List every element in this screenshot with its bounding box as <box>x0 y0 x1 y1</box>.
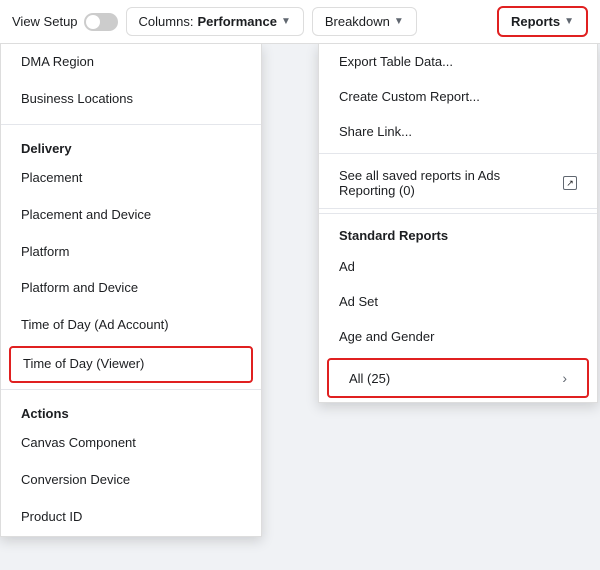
external-link-icon: ↗ <box>563 176 577 190</box>
share-link-item[interactable]: Share Link... <box>319 114 597 149</box>
breakdown-item-canvas[interactable]: Canvas Component <box>1 425 261 462</box>
breakdown-item-platform[interactable]: Platform <box>1 234 261 271</box>
columns-value: Performance <box>197 14 276 29</box>
reports-divider-2 <box>319 213 597 214</box>
breakdown-item-time-ad-account[interactable]: Time of Day (Ad Account) <box>1 307 261 344</box>
breakdown-item-product-id[interactable]: Product ID <box>1 499 261 536</box>
reports-button[interactable]: Reports ▼ <box>497 6 588 37</box>
reports-arrow-icon: ▼ <box>564 16 574 27</box>
breakdown-item-dma[interactable]: DMA Region <box>1 44 261 81</box>
all-reports-chevron-icon: › <box>562 370 567 386</box>
breakdown-item-conversion-device[interactable]: Conversion Device <box>1 462 261 499</box>
reports-divider-1 <box>319 153 597 154</box>
view-setup-container: View Setup <box>12 13 118 31</box>
view-setup-toggle[interactable] <box>84 13 118 31</box>
breakdown-item-platform-device[interactable]: Platform and Device <box>1 270 261 307</box>
export-table-item[interactable]: Export Table Data... <box>319 44 597 79</box>
all-reports-item[interactable]: All (25) › <box>327 358 589 398</box>
columns-label: Columns: <box>139 14 194 29</box>
breakdown-label: Breakdown <box>325 14 390 29</box>
divider-2 <box>1 389 261 390</box>
breakdown-item-business-locations[interactable]: Business Locations <box>1 81 261 118</box>
breakdown-item-placement[interactable]: Placement <box>1 160 261 197</box>
divider-1 <box>1 124 261 125</box>
columns-button[interactable]: Columns: Performance ▼ <box>126 7 304 36</box>
see-all-reports-label: See all saved reports in Ads Reporting (… <box>339 168 557 198</box>
view-setup-label: View Setup <box>12 14 78 29</box>
reports-label: Reports <box>511 14 560 29</box>
breakdown-button[interactable]: Breakdown ▼ <box>312 7 417 36</box>
breakdown-arrow-icon: ▼ <box>394 16 404 27</box>
breakdown-item-placement-device[interactable]: Placement and Device <box>1 197 261 234</box>
see-all-reports-item[interactable]: See all saved reports in Ads Reporting (… <box>319 158 597 209</box>
standard-reports-header: Standard Reports <box>319 218 597 249</box>
reports-dropdown: Export Table Data... Create Custom Repor… <box>318 44 598 403</box>
reports-item-age-gender[interactable]: Age and Gender <box>319 319 597 354</box>
breakdown-item-time-viewer[interactable]: Time of Day (Viewer) <box>9 346 253 383</box>
toolbar: View Setup Columns: Performance ▼ Breakd… <box>0 0 600 44</box>
all-reports-label: All (25) <box>349 371 390 386</box>
create-custom-report-item[interactable]: Create Custom Report... <box>319 79 597 114</box>
columns-arrow-icon: ▼ <box>281 16 291 27</box>
reports-item-ad-set[interactable]: Ad Set <box>319 284 597 319</box>
dropdowns-container: DMA Region Business Locations Delivery P… <box>0 44 600 537</box>
section-delivery-header: Delivery <box>1 131 261 160</box>
reports-item-ad[interactable]: Ad <box>319 249 597 284</box>
section-actions-header: Actions <box>1 396 261 425</box>
breakdown-dropdown: DMA Region Business Locations Delivery P… <box>0 44 262 537</box>
